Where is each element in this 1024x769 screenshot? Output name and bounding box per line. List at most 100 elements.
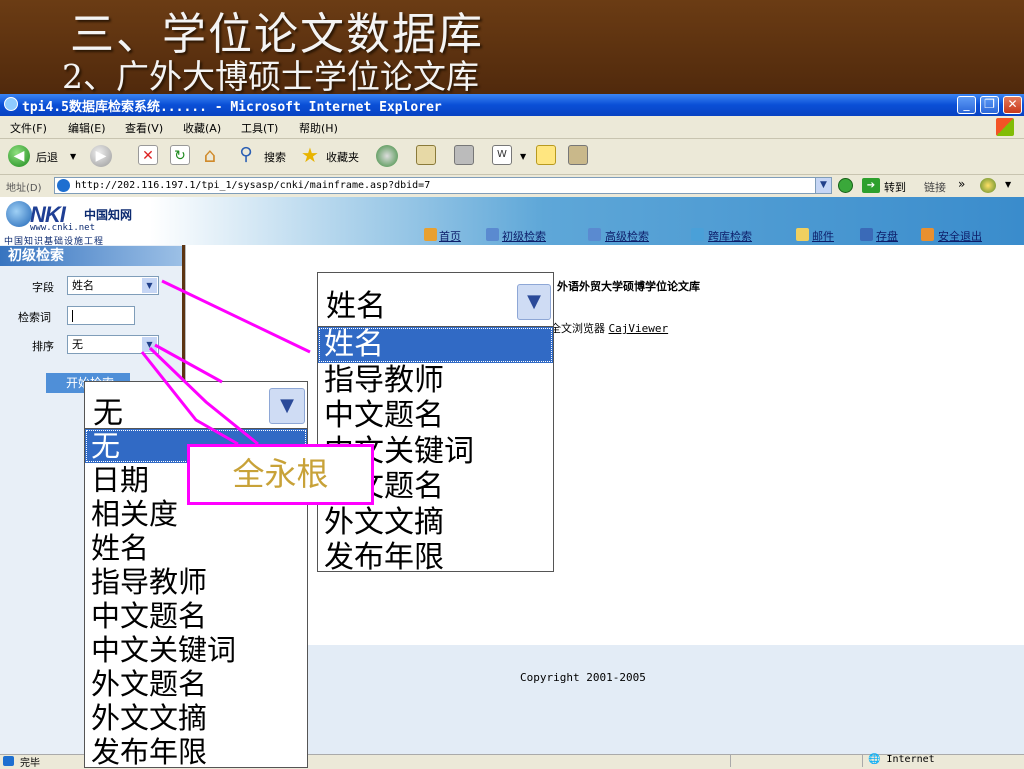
- favorites-star-icon[interactable]: ★: [300, 145, 320, 165]
- toolbar-extension-icon[interactable]: [980, 178, 996, 193]
- keyword-input[interactable]: [67, 306, 135, 325]
- field-option[interactable]: 指导教师: [318, 363, 553, 399]
- exit-nav-icon[interactable]: [921, 228, 934, 241]
- sort-option[interactable]: 指导教师: [85, 565, 307, 599]
- sort-dropdown-header[interactable]: 无 ▼: [85, 382, 307, 431]
- menu-edit[interactable]: 编辑(E): [68, 120, 106, 136]
- back-arrow-icon[interactable]: ◀: [8, 145, 30, 167]
- toolbar: ◀ 后退 ▼ ▶ ✕ ↻ ⌂ ⚲ 搜索 ★ 收藏夹 W ▼: [0, 139, 1024, 175]
- discuss-icon[interactable]: [536, 145, 556, 165]
- sort-select-value: 无: [72, 338, 83, 351]
- save-disk-nav-icon[interactable]: [860, 228, 873, 241]
- chevron-down-icon[interactable]: ▼: [142, 278, 157, 293]
- menu-view[interactable]: 查看(V): [125, 120, 163, 136]
- close-button[interactable]: ✕: [1003, 96, 1022, 114]
- field-dropdown-selected: 姓名: [326, 289, 386, 324]
- address-url[interactable]: http://202.116.197.1/tpi_1/sysasp/cnki/m…: [75, 180, 430, 191]
- sort-option[interactable]: 外文文摘: [85, 701, 307, 735]
- field-select[interactable]: 姓名 ▼: [67, 276, 159, 295]
- history-icon[interactable]: [376, 145, 398, 167]
- home-nav-icon[interactable]: [424, 228, 437, 241]
- minimize-button[interactable]: _: [957, 96, 976, 114]
- cnki-logo-url: www.cnki.net: [30, 223, 96, 233]
- sort-select[interactable]: 无 ▼: [67, 335, 159, 354]
- extension-dropdown-icon[interactable]: ▼: [1005, 180, 1011, 189]
- database-title: 外语外贸大学硕博学位论文库: [557, 280, 700, 293]
- go-button-label[interactable]: 转到: [884, 179, 906, 195]
- maximize-button[interactable]: ❐: [980, 96, 999, 114]
- field-option[interactable]: 中文题名: [318, 398, 553, 434]
- search-panel-title: 初级检索: [0, 246, 182, 266]
- cross-search-nav-icon[interactable]: [691, 228, 704, 241]
- nav-logout[interactable]: 安全退出: [938, 228, 982, 244]
- mail-icon[interactable]: [416, 145, 436, 165]
- nav-save[interactable]: 存盘: [876, 228, 898, 244]
- sort-option[interactable]: 外文题名: [85, 667, 307, 701]
- security-shield-icon: [838, 178, 853, 193]
- refresh-icon[interactable]: ↻: [170, 145, 190, 165]
- home-icon[interactable]: ⌂: [200, 145, 220, 165]
- window-title: tpi4.5数据库检索系统...... - Microsoft Internet…: [22, 100, 442, 115]
- nav-advanced-search[interactable]: 高级检索: [605, 228, 649, 244]
- chevron-down-icon[interactable]: ▼: [517, 284, 551, 320]
- chevron-down-icon[interactable]: ▼: [142, 337, 157, 352]
- nav-mail[interactable]: 邮件: [812, 228, 834, 244]
- nav-basic-search[interactable]: 初级检索: [502, 228, 546, 244]
- keyword-label: 检索词: [18, 311, 51, 324]
- menu-favorites[interactable]: 收藏(A): [183, 120, 221, 136]
- go-arrow-icon[interactable]: ➔: [862, 178, 880, 193]
- print-icon[interactable]: [454, 145, 474, 165]
- search-button-label[interactable]: 搜索: [264, 149, 286, 165]
- advanced-search-nav-icon[interactable]: [588, 228, 601, 241]
- chevron-down-icon[interactable]: ▼: [269, 388, 305, 424]
- search-icon[interactable]: ⚲: [236, 145, 256, 165]
- field-dropdown-header[interactable]: 姓名 ▼: [318, 273, 553, 327]
- menu-bar: 文件(F) 编辑(E) 查看(V) 收藏(A) 工具(T) 帮助(H): [0, 116, 1024, 139]
- cnki-logo-globe-icon: [6, 201, 32, 227]
- mail-nav-icon[interactable]: [796, 228, 809, 241]
- back-dropdown-icon[interactable]: ▼: [70, 152, 76, 161]
- favorites-button-label[interactable]: 收藏夹: [326, 149, 359, 165]
- edit-dropdown-icon[interactable]: ▼: [520, 152, 526, 161]
- back-button-label[interactable]: 后退: [36, 149, 58, 165]
- sort-dropdown-selected: 无: [93, 396, 123, 431]
- windows-logo-icon: [996, 118, 1014, 136]
- copyright: Copyright 2001-2005: [520, 671, 646, 684]
- address-input[interactable]: http://202.116.197.1/tpi_1/sysasp/cnki/m…: [54, 177, 832, 194]
- fulltext-browser-label: 全文浏览器: [550, 322, 605, 335]
- chevron-more-icon[interactable]: »: [958, 177, 965, 191]
- field-option[interactable]: 外文文摘: [318, 505, 553, 541]
- status-text: 完毕: [20, 758, 40, 769]
- sort-option[interactable]: 中文题名: [85, 599, 307, 633]
- stop-icon[interactable]: ✕: [138, 145, 158, 165]
- field-dropdown-magnified: 姓名 ▼ 姓名 指导教师 中文题名 中文关键词 外文题名 外文文摘 发布年限: [317, 272, 554, 575]
- field-select-value: 姓名: [72, 279, 94, 292]
- nav-cross-search[interactable]: 跨库检索: [708, 228, 752, 244]
- menu-tools[interactable]: 工具(T): [241, 120, 278, 136]
- address-label: 地址(D): [6, 183, 42, 194]
- sort-option[interactable]: 姓名: [85, 531, 307, 565]
- address-dropdown-icon[interactable]: ▼: [815, 178, 831, 193]
- status-divider: [862, 755, 863, 767]
- basic-search-nav-icon[interactable]: [486, 228, 499, 241]
- status-zone-label: Internet: [886, 754, 935, 765]
- page-icon: [57, 179, 70, 192]
- sort-option[interactable]: 发布年限: [85, 735, 307, 769]
- footer: [185, 645, 1024, 755]
- menu-help[interactable]: 帮助(H): [299, 120, 338, 136]
- cnki-logo-chinese: 中国知网: [84, 208, 133, 222]
- status-divider: [730, 755, 731, 767]
- messenger-icon[interactable]: [568, 145, 588, 165]
- sort-option[interactable]: 中文关键词: [85, 633, 307, 667]
- forward-arrow-icon[interactable]: ▶: [90, 145, 112, 167]
- status-page-icon: [3, 756, 14, 766]
- cajviewer-link[interactable]: CajViewer: [609, 322, 669, 335]
- links-label[interactable]: 链接: [924, 179, 946, 195]
- field-option[interactable]: 姓名: [318, 327, 553, 363]
- edit-word-icon[interactable]: W: [492, 145, 512, 165]
- nav-home[interactable]: 首页: [439, 228, 461, 244]
- slide-subtitle: 2、广外大博硕士学位论文库: [62, 57, 479, 96]
- menu-file[interactable]: 文件(F): [10, 120, 47, 136]
- field-option[interactable]: 发布年限: [318, 540, 553, 576]
- annotation-callout: 全永根: [187, 444, 374, 505]
